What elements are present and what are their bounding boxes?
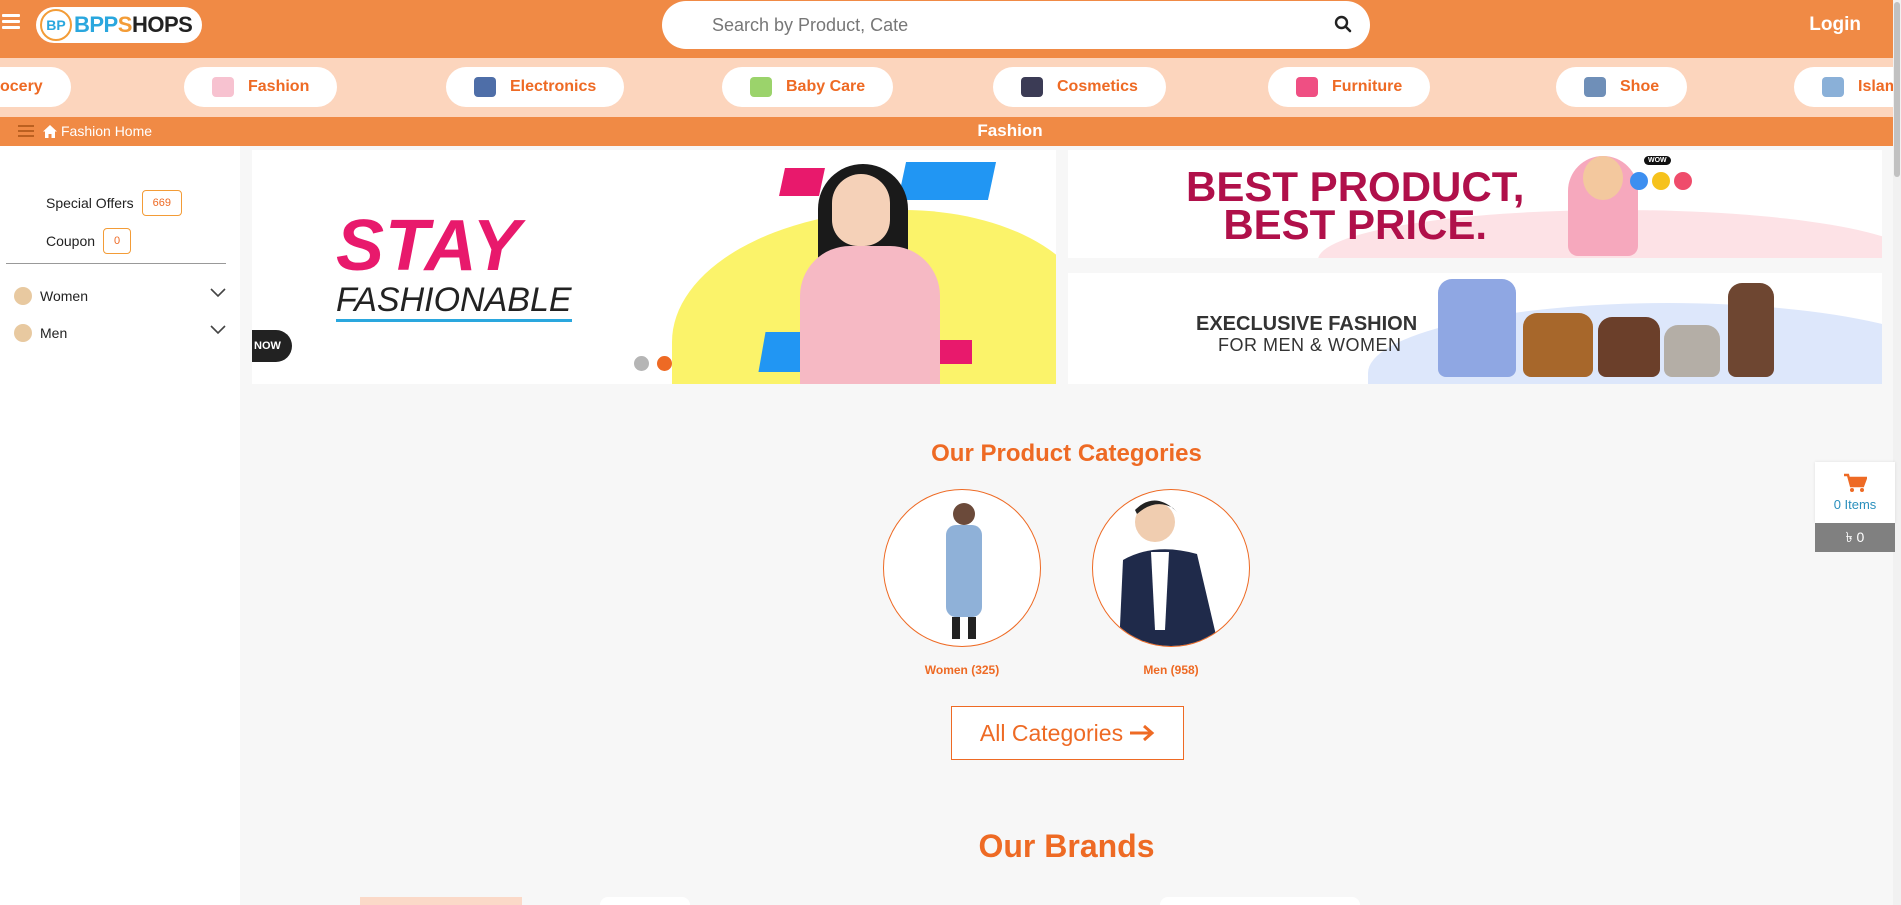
- hero-banner-carousel[interactable]: STAY FASHIONABLE NOW: [252, 150, 1056, 384]
- category-pill-cosmetics[interactable]: Cosmetics: [993, 67, 1166, 107]
- category-women-label[interactable]: Women (325): [862, 663, 1062, 677]
- men-category-illustration: [1119, 500, 1219, 646]
- special-offers-label: Special Offers: [46, 195, 134, 211]
- floating-cart[interactable]: 0 Items ৳ 0: [1815, 462, 1895, 552]
- category-pill-baby-care[interactable]: Baby Care: [722, 67, 894, 107]
- sub-navigation-bar: Fashion Home Fashion: [0, 117, 1893, 146]
- islamic-icon: [1822, 77, 1844, 97]
- page-title: Fashion: [977, 121, 1043, 140]
- handbag-image: [1664, 325, 1720, 377]
- cart-total: ৳ 0: [1815, 523, 1895, 552]
- special-offers-count-badge: 669: [141, 190, 183, 216]
- cosmetics-icon: [1021, 77, 1043, 97]
- scrollbar-thumb[interactable]: [1894, 2, 1900, 177]
- backpack-image: [1438, 279, 1516, 377]
- promo-subheadline: FOR MEN & WOMEN: [1218, 335, 1402, 355]
- category-pill-fashion[interactable]: Fashion: [184, 67, 338, 107]
- category-pill-label: Baby Care: [786, 78, 866, 95]
- category-men-label[interactable]: Men (958): [1071, 663, 1271, 677]
- promo-banner-exclusive-fashion[interactable]: EXECLUSIVE FASHION FOR MEN & WOMEN: [1068, 273, 1882, 384]
- special-offers-link[interactable]: Special Offers 669: [46, 190, 183, 216]
- all-categories-label: All Categories: [979, 719, 1124, 746]
- coupon-count-badge: 0: [103, 228, 132, 254]
- promo-headline: BEST PRODUCT, BEST PRICE.: [1186, 163, 1525, 248]
- sidebar-item-women[interactable]: Women: [14, 284, 226, 308]
- sidebar-divider: [6, 263, 226, 264]
- category-pill-shoe[interactable]: Shoe: [1556, 67, 1688, 107]
- category-pill-electronics[interactable]: Electronics: [446, 67, 625, 107]
- wow-badge: WOW: [1644, 156, 1671, 165]
- love-emoji-icon: [1674, 172, 1692, 190]
- coupon-link[interactable]: Coupon 0: [46, 228, 132, 254]
- menu-icon[interactable]: [2, 14, 20, 30]
- category-pill-furniture[interactable]: Furniture: [1268, 67, 1431, 107]
- electronics-icon: [474, 77, 496, 97]
- banner-model-image: [800, 246, 940, 384]
- shoe-icon: [1584, 77, 1606, 97]
- chevron-down-icon[interactable]: [210, 325, 226, 335]
- baby-care-icon: [750, 77, 772, 97]
- brand-card[interactable]: [600, 897, 690, 905]
- cart-summary: 0 Items: [1815, 462, 1895, 523]
- category-pill-label: Electronics: [510, 78, 597, 95]
- brand-card[interactable]: [360, 897, 522, 905]
- cart-icon: [1844, 473, 1867, 492]
- search-bar: [662, 1, 1370, 49]
- arrow-right-icon: [1130, 725, 1155, 741]
- category-pill-label: Islam: [1858, 78, 1893, 95]
- top-header: BP BPPSHOPS Login: [0, 0, 1901, 58]
- furniture-icon: [1296, 77, 1318, 97]
- brand-card[interactable]: [1160, 897, 1360, 905]
- handbag-image: [1598, 317, 1660, 377]
- logo-mark: BP: [40, 9, 72, 41]
- banner-decoration: [779, 168, 825, 196]
- crossbody-bag-image: [1728, 283, 1774, 377]
- fashion-icon: [212, 77, 234, 97]
- category-pill-label: Cosmetics: [1057, 78, 1138, 95]
- search-input[interactable]: [712, 13, 1292, 37]
- women-category-illustration: [946, 503, 982, 639]
- category-pill-islamic[interactable]: Islam: [1794, 67, 1893, 107]
- category-pill-label: Shoe: [1620, 78, 1660, 95]
- carousel-dot[interactable]: [634, 356, 649, 371]
- category-strip: ocery Fashion Electronics Baby Care Cosm…: [0, 58, 1893, 117]
- banner-decoration: [897, 162, 997, 200]
- promo-model-image: [1583, 156, 1623, 200]
- banner-model-image: [832, 174, 890, 246]
- sidebar: Special Offers 669 Coupon 0 Women Men: [0, 146, 240, 905]
- like-emoji-icon: [1630, 172, 1648, 190]
- promo-headline: EXECLUSIVE FASHION: [1196, 313, 1418, 335]
- banner-subheadline: FASHIONABLE: [336, 281, 572, 323]
- all-categories-button[interactable]: All Categories: [951, 706, 1184, 760]
- category-women-image[interactable]: [883, 489, 1041, 647]
- coupon-label: Coupon: [46, 233, 96, 249]
- category-pill-label: ocery: [0, 78, 43, 95]
- category-pill-label: Fashion: [248, 78, 310, 95]
- category-pill-label: Furniture: [1332, 78, 1403, 95]
- women-avatar-icon: [14, 287, 32, 305]
- sidebar-item-men[interactable]: Men: [14, 321, 226, 345]
- sidebar-item-label: Men: [40, 325, 68, 341]
- site-logo[interactable]: BP BPPSHOPS: [36, 7, 202, 43]
- search-icon[interactable]: [1334, 15, 1354, 35]
- cart-items-count: 0 Items: [1833, 497, 1877, 512]
- promo-banner-best-price[interactable]: BEST PRODUCT, BEST PRICE. WOW: [1068, 150, 1882, 258]
- banner-headline: STAY: [336, 206, 522, 286]
- men-avatar-icon: [14, 324, 32, 342]
- handbag-image: [1523, 313, 1593, 377]
- brands-title: Our Brands: [978, 828, 1155, 864]
- shop-now-button[interactable]: NOW: [252, 330, 292, 362]
- logo-text: BPPSHOPS: [74, 12, 193, 37]
- sidebar-item-label: Women: [40, 288, 88, 304]
- wow-emoji-icon: [1652, 172, 1670, 190]
- category-pill-grocery[interactable]: ocery: [0, 67, 71, 107]
- carousel-dot-active[interactable]: [657, 356, 672, 371]
- category-men-image[interactable]: [1092, 489, 1250, 647]
- carousel-dots: [634, 356, 680, 371]
- product-categories-title: Our Product Categories: [931, 440, 1202, 467]
- chevron-down-icon[interactable]: [210, 288, 226, 298]
- login-link[interactable]: Login: [1809, 14, 1861, 36]
